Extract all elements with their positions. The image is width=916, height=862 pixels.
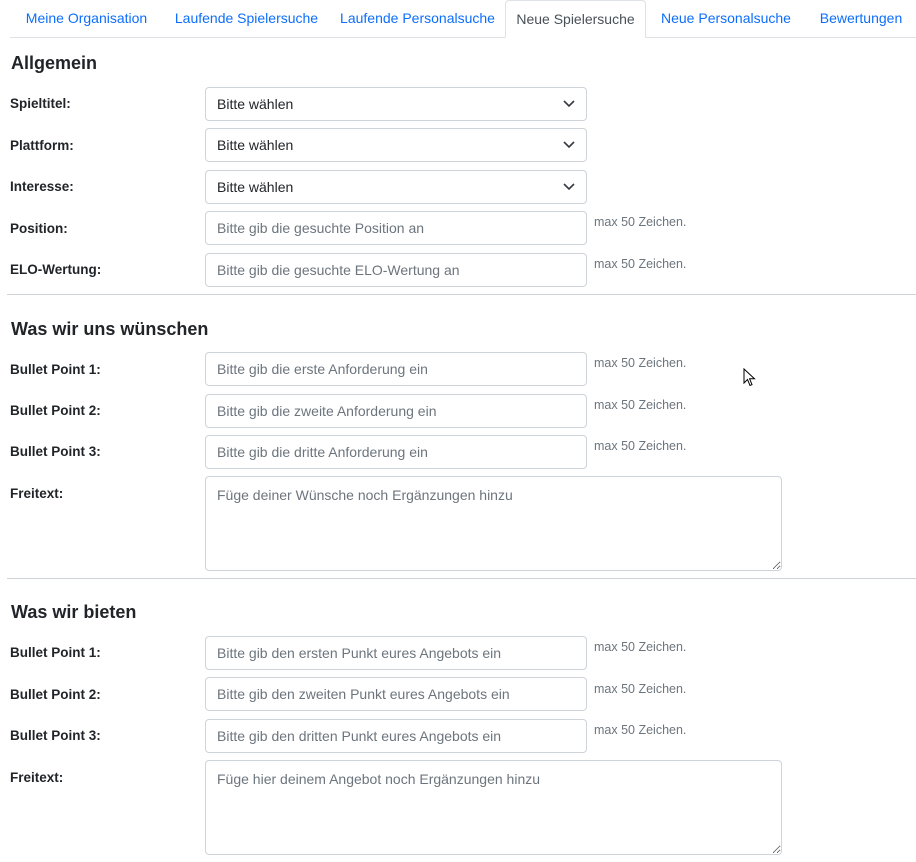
wish-bullet-3-hint: max 50 Zeichen. bbox=[594, 439, 687, 453]
position-hint: max 50 Zeichen. bbox=[594, 215, 687, 229]
platform-select[interactable]: Bitte wählen bbox=[205, 128, 587, 162]
section-divider bbox=[7, 294, 916, 295]
tab-laufende-personalsuche[interactable]: Laufende Personalsuche bbox=[330, 0, 505, 36]
position-input[interactable] bbox=[205, 211, 587, 245]
offer-bullet-1-label: Bullet Point 1: bbox=[10, 645, 101, 660]
section-heading-wishes: Was wir uns wünschen bbox=[11, 319, 209, 339]
offer-bullet-3-hint: max 50 Zeichen. bbox=[594, 723, 687, 737]
chevron-down-icon bbox=[563, 100, 575, 108]
section-heading-general: Allgemein bbox=[11, 53, 98, 73]
elo-label: ELO-Wertung: bbox=[10, 262, 102, 277]
tab-neue-personalsuche[interactable]: Neue Personalsuche bbox=[646, 0, 806, 36]
elo-hint: max 50 Zeichen. bbox=[594, 257, 687, 271]
wish-bullet-3-label: Bullet Point 3: bbox=[10, 444, 101, 459]
game-title-value: Bitte wählen bbox=[217, 96, 294, 112]
section-heading-offer: Was wir bieten bbox=[11, 602, 137, 622]
wish-bullet-1-hint: max 50 Zeichen. bbox=[594, 356, 687, 370]
wish-bullet-3-input[interactable] bbox=[205, 435, 587, 469]
wish-bullet-2-input[interactable] bbox=[205, 394, 587, 428]
wish-bullet-1-input[interactable] bbox=[205, 352, 587, 386]
platform-label: Plattform: bbox=[10, 138, 74, 153]
tab-bewertungen[interactable]: Bewertungen bbox=[806, 0, 916, 36]
offer-freetext-label: Freitext: bbox=[10, 770, 64, 785]
wish-bullet-2-hint: max 50 Zeichen. bbox=[594, 398, 687, 412]
offer-bullet-3-input[interactable] bbox=[205, 719, 587, 753]
wish-bullet-2-label: Bullet Point 2: bbox=[10, 403, 101, 418]
mouse-cursor-icon bbox=[743, 368, 756, 387]
chevron-down-icon bbox=[563, 183, 575, 191]
interest-value: Bitte wählen bbox=[217, 179, 294, 195]
tab-laufende-spielersuche[interactable]: Laufende Spielersuche bbox=[163, 0, 330, 36]
offer-bullet-3-label: Bullet Point 3: bbox=[10, 728, 101, 743]
offer-bullet-1-input[interactable] bbox=[205, 636, 587, 670]
position-label: Position: bbox=[10, 221, 68, 236]
interest-select[interactable]: Bitte wählen bbox=[205, 170, 587, 204]
section-divider bbox=[7, 578, 916, 579]
tab-neue-spielersuche[interactable]: Neue Spielersuche bbox=[505, 0, 646, 38]
game-title-label: Spieltitel: bbox=[10, 96, 71, 111]
tab-bar: Meine Organisation Laufende Spielersuche… bbox=[10, 0, 916, 38]
platform-value: Bitte wählen bbox=[217, 137, 294, 153]
offer-freetext-textarea[interactable] bbox=[205, 760, 782, 855]
elo-input[interactable] bbox=[205, 253, 587, 287]
offer-bullet-2-hint: max 50 Zeichen. bbox=[594, 682, 687, 696]
tab-meine-organisation[interactable]: Meine Organisation bbox=[10, 0, 163, 36]
interest-label: Interesse: bbox=[10, 179, 74, 194]
game-title-select[interactable]: Bitte wählen bbox=[205, 87, 587, 121]
wish-freetext-label: Freitext: bbox=[10, 486, 64, 501]
wish-bullet-1-label: Bullet Point 1: bbox=[10, 362, 101, 377]
offer-bullet-2-input[interactable] bbox=[205, 677, 587, 711]
chevron-down-icon bbox=[563, 141, 575, 149]
offer-bullet-2-label: Bullet Point 2: bbox=[10, 687, 101, 702]
offer-bullet-1-hint: max 50 Zeichen. bbox=[594, 640, 687, 654]
wish-freetext-textarea[interactable] bbox=[205, 476, 782, 571]
